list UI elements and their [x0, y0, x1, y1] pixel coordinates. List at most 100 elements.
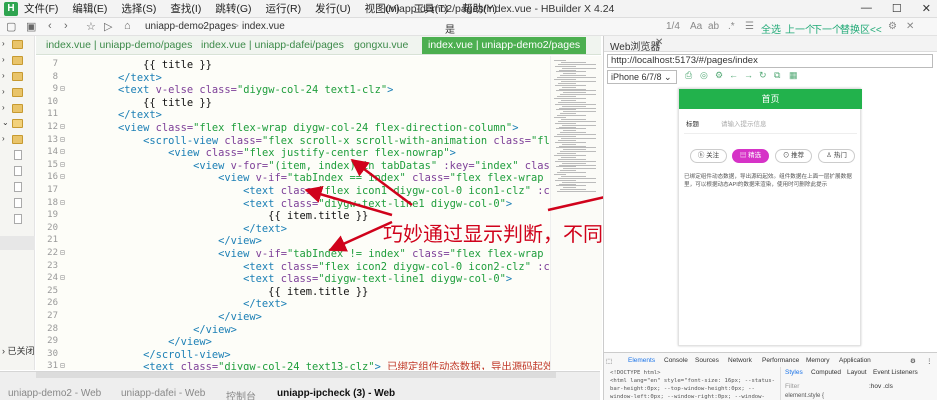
close-icon[interactable]: ✕ [922, 2, 931, 15]
code-line[interactable]: <view class="flex justify-center flex-no… [68, 147, 456, 160]
devtools-tab-performance[interactable]: Performance [762, 357, 799, 364]
code-line[interactable]: {{ item.title }} [68, 286, 368, 299]
find-close-icon[interactable]: ✕ [906, 21, 914, 32]
tree-folder-item[interactable]: › [0, 87, 35, 99]
code-line[interactable]: {{ title }} [68, 59, 212, 72]
bottom-tab-demo2-web[interactable]: uniapp-demo2 - Web [8, 388, 101, 399]
code-line[interactable]: {{ item.title }} [68, 210, 368, 223]
code-line[interactable]: </view> [68, 235, 262, 248]
tree-file-item[interactable] [0, 182, 35, 194]
fold-toggle-icon[interactable]: ⊟ [60, 84, 65, 93]
devtools-settings-icon[interactable]: ⚙ [910, 357, 916, 365]
devtools-icon[interactable]: ⚙ [715, 70, 723, 81]
pill-recommend[interactable]: ⊙ 推荐 [775, 149, 812, 163]
pill-hot[interactable]: ♙ 热门 [818, 149, 855, 163]
code-line[interactable]: <text class="flex icon2 diygw-col-0 icon… [68, 261, 550, 274]
code-editor[interactable]: 7 8 9 ⊟ 10 11 12 ⊟ 13 ⊟ 14 ⊟ 15 ⊟ 16 ⊟ 17 18 ⊟ 19 20 21 22 ⊟ 23 2… [36, 56, 550, 370]
tree-file-item[interactable] [0, 198, 35, 210]
code-line[interactable]: </view> [68, 324, 237, 337]
save-icon[interactable]: ▣ [26, 20, 36, 33]
menu-goto[interactable]: 跳转(G) [215, 1, 251, 16]
menu-publish[interactable]: 发行(U) [315, 1, 351, 16]
regex-icon[interactable]: .* [728, 21, 735, 32]
fold-toggle-icon[interactable]: ⊟ [60, 198, 65, 207]
tree-folder-item[interactable]: › [0, 55, 35, 67]
select-all-button[interactable]: 全选 [761, 21, 781, 36]
phone-preview[interactable]: 首页 标题 请输入提示信息 ⓗ 关注 ▤ 精选 ⊙ 推荐 ♙ 热门 已绑定组件动… [678, 88, 862, 346]
open-external-icon[interactable]: ⧉ [774, 70, 780, 81]
code-line[interactable]: </text> [68, 223, 287, 236]
code-line[interactable]: <text class="diygw-col-24 text13-clz"> 已… [68, 361, 550, 370]
devtools-inspect-icon[interactable]: ⬚ [606, 357, 612, 365]
tree-file-item[interactable] [0, 214, 35, 226]
bottom-tab-console[interactable]: 控制台 [226, 388, 256, 400]
bottom-tab-dafei-web[interactable]: uniapp-dafei - Web [121, 388, 205, 399]
screenshot-icon[interactable]: ⎙ [685, 70, 692, 81]
devtools-more-icon[interactable]: ⋮ [926, 357, 933, 365]
tab-index-uniapp-dafei[interactable]: index.vue | uniapp-dafei/pages [201, 39, 344, 51]
fold-toggle-icon[interactable]: ⊟ [60, 248, 65, 257]
qrcode-icon[interactable]: ▦ [789, 70, 798, 81]
devtools-tab-sources[interactable]: Sources [695, 357, 719, 364]
tab-gongxu[interactable]: gongxu.vue [354, 39, 408, 51]
code-line[interactable]: </scroll-view> [68, 349, 231, 362]
form-input[interactable]: 请输入提示信息 [721, 118, 767, 128]
code-area[interactable]: {{ title }} </text> <text v-else class="… [68, 56, 550, 370]
breadcrumb-file[interactable]: index.vue [242, 21, 285, 32]
run-icon[interactable]: ▷ [104, 20, 112, 33]
tree-folder-item[interactable]: › [0, 71, 35, 83]
new-file-icon[interactable]: ▢ [6, 20, 16, 33]
home-icon[interactable]: ⌂ [124, 20, 131, 32]
fold-toggle-icon[interactable]: ⊟ [60, 122, 65, 131]
maximize-icon[interactable]: ☐ [892, 2, 902, 15]
pill-follow[interactable]: ⓗ 关注 [690, 149, 727, 163]
tree-folder-open[interactable]: ⌄ [0, 118, 35, 130]
code-line[interactable]: <text class="diygw-text-line1 diygw-col-… [68, 273, 512, 286]
tab-index-uniapp-demo[interactable]: index.vue | uniapp-demo/pages [46, 39, 192, 51]
fold-toggle-icon[interactable]: ⊟ [60, 273, 65, 282]
fold-toggle-icon[interactable]: ⊟ [60, 172, 65, 181]
find-settings-icon[interactable]: ⚙ [888, 21, 897, 32]
styles-tab-computed[interactable]: Computed [811, 369, 841, 376]
dom-tree[interactable]: <!DOCTYPE html> <html lang="en" style="f… [610, 369, 776, 400]
menu-edit[interactable]: 编辑(E) [72, 1, 107, 16]
code-line[interactable]: <text class="flex icon1 diygw-col-0 icon… [68, 185, 550, 198]
closed-projects-label[interactable]: › 已关闭 [2, 344, 35, 357]
tree-folder-item[interactable]: › [0, 103, 35, 115]
tree-folder-item[interactable]: › [0, 39, 35, 51]
code-line[interactable]: {{ title }} [68, 97, 212, 110]
styles-tab-layout[interactable]: Layout [847, 369, 867, 376]
fold-toggle-icon[interactable]: ⊟ [60, 147, 65, 156]
browser-close-icon[interactable]: ✕ [655, 37, 663, 48]
forward-icon[interactable]: → [744, 70, 753, 80]
minimap[interactable] [550, 56, 602, 370]
back-icon[interactable]: ← [729, 70, 738, 80]
devtools-tab-application[interactable]: Application [839, 357, 871, 364]
whole-word-icon[interactable]: ab [708, 21, 719, 32]
find-prev-button[interactable]: 上一个 [785, 21, 815, 36]
menu-file[interactable]: 文件(F) [24, 1, 58, 16]
code-line[interactable]: <view v-if="tabIndex == index" class="fl… [68, 172, 550, 185]
styles-tab-event-listeners[interactable]: Event Listeners [873, 369, 918, 376]
bookmark-icon[interactable]: ☆ [86, 20, 96, 33]
devtools-tab-console[interactable]: Console [664, 357, 688, 364]
menu-run[interactable]: 运行(R) [266, 1, 302, 16]
url-bar[interactable]: http://localhost:5173/#/pages/index [607, 54, 933, 68]
tree-folder-item[interactable]: › [0, 134, 35, 146]
fold-toggle-icon[interactable]: ⊟ [60, 361, 65, 370]
tree-file-item[interactable] [0, 150, 35, 162]
devtools-tab-elements[interactable]: Elements [628, 357, 655, 364]
horizontal-scrollbar[interactable] [36, 372, 556, 378]
menu-select[interactable]: 选择(S) [121, 1, 156, 16]
hov-cls-toggle[interactable]: :hov .cls [869, 383, 893, 390]
devtools-tab-network[interactable]: Network [728, 357, 752, 364]
case-icon[interactable]: Aa [690, 21, 702, 32]
code-line[interactable]: </text> [68, 109, 162, 122]
code-line[interactable]: <text v-else class="diygw-col-24 text1-c… [68, 84, 393, 97]
find-next-button[interactable]: 下一个 [812, 21, 842, 36]
minimize-icon[interactable]: — [861, 2, 872, 15]
forward-icon[interactable]: › [64, 20, 68, 32]
devtools-tab-memory[interactable]: Memory [806, 357, 829, 364]
refresh-icon[interactable]: ↻ [759, 70, 767, 81]
bottom-tab-ipcheck-web[interactable]: uniapp-ipcheck (3) - Web [277, 388, 395, 399]
